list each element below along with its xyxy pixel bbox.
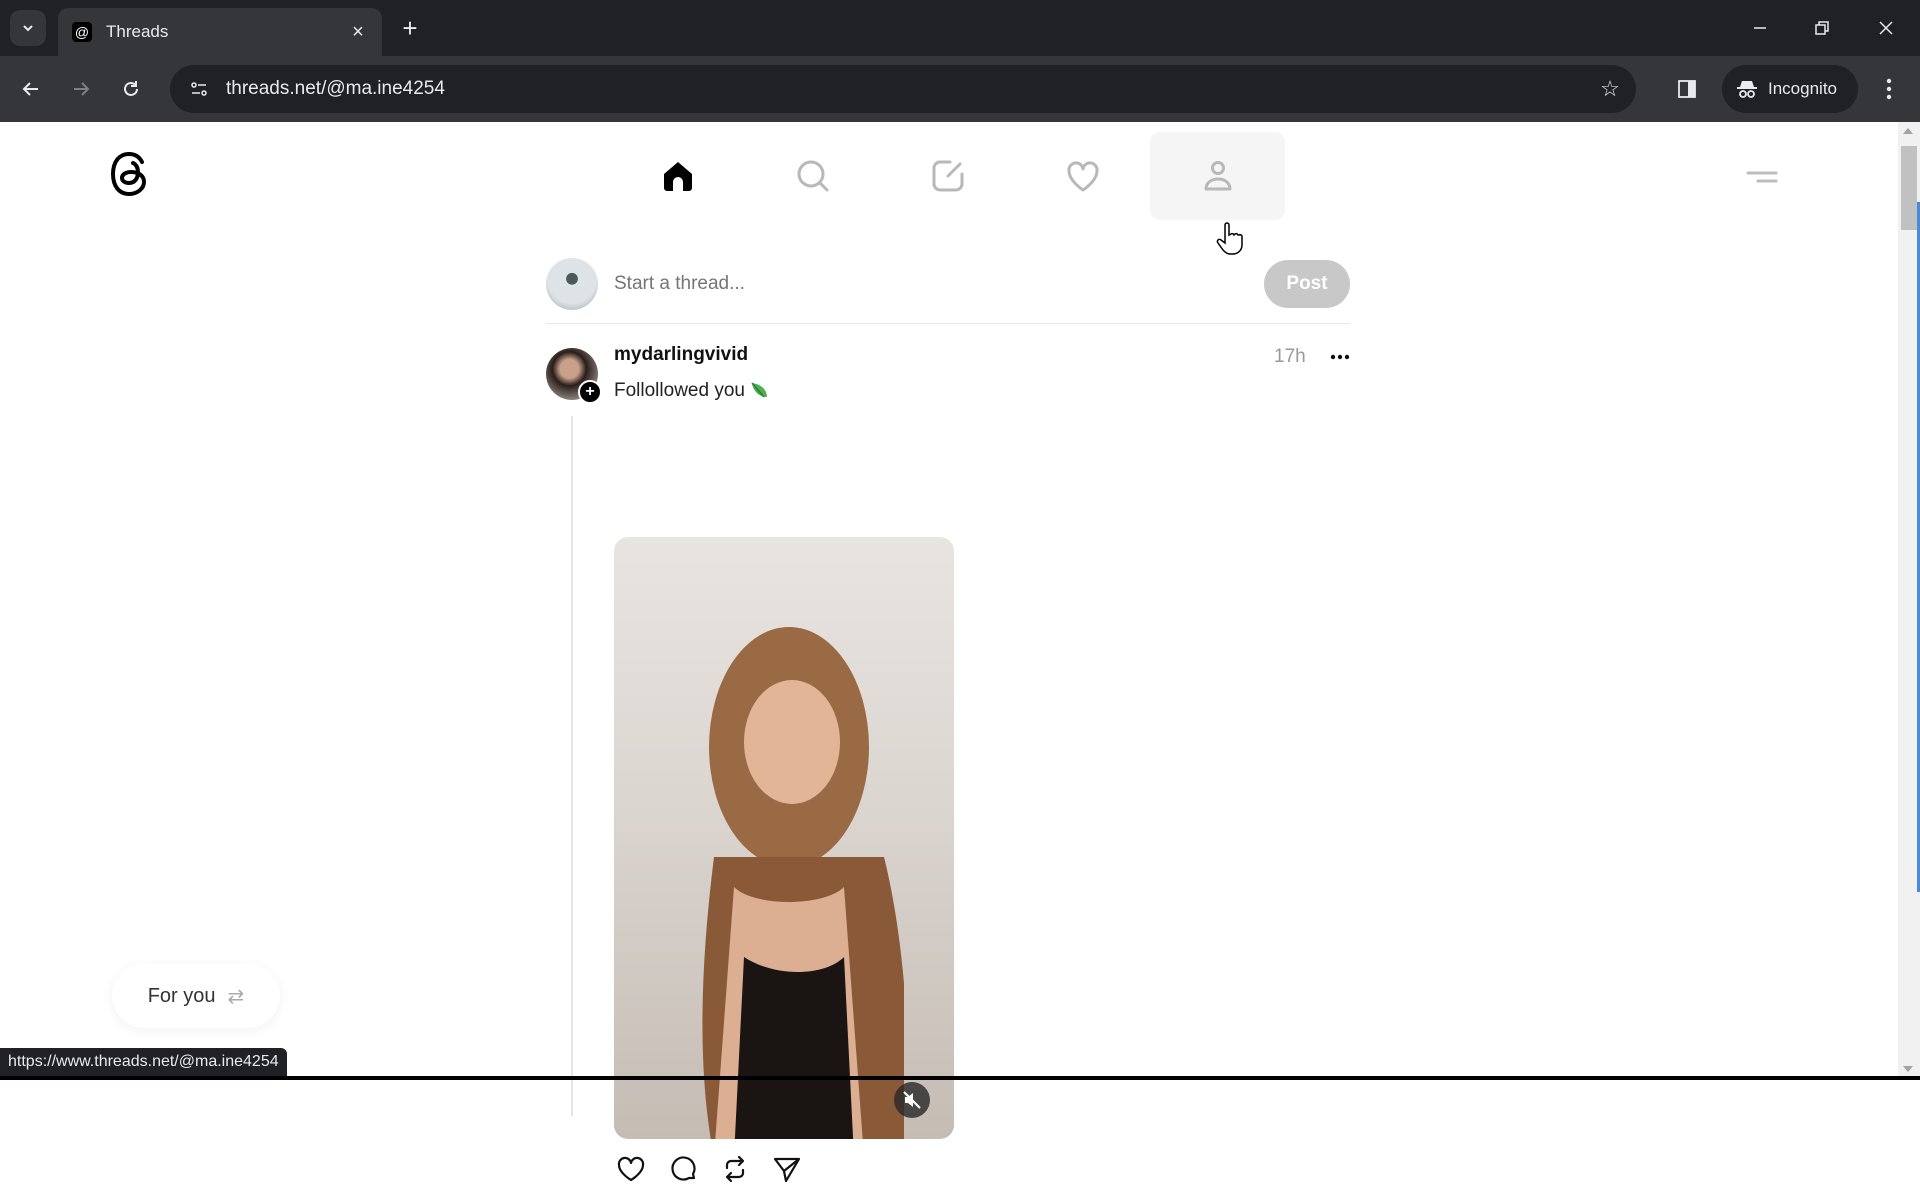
post-username[interactable]: mydarlingvivid bbox=[614, 344, 748, 366]
post-button[interactable]: Post bbox=[1264, 259, 1350, 308]
post-timestamp[interactable]: 17h bbox=[1274, 346, 1306, 368]
scroll-thumb[interactable] bbox=[1901, 146, 1917, 230]
bottom-edge bbox=[0, 1076, 1920, 1080]
compose-icon bbox=[932, 160, 963, 192]
close-icon bbox=[1879, 21, 1893, 35]
home-icon bbox=[663, 162, 692, 191]
post-text: Follollowed you bbox=[614, 380, 769, 402]
back-button[interactable] bbox=[14, 72, 48, 106]
mute-toggle-button[interactable] bbox=[894, 1082, 930, 1118]
nav-profile[interactable] bbox=[1150, 132, 1285, 220]
comment-icon bbox=[671, 1156, 696, 1181]
threads-page: Post + mydarlingvivid 17h Follollowed yo… bbox=[0, 122, 1898, 1183]
browser-tabstrip: @ Threads × + bbox=[0, 0, 1920, 56]
thread-composer: Post bbox=[546, 244, 1350, 324]
restore-button[interactable] bbox=[1802, 10, 1842, 46]
minimize-icon bbox=[1754, 27, 1766, 29]
tab-title: Threads bbox=[106, 22, 169, 41]
minimize-button[interactable] bbox=[1740, 10, 1780, 46]
close-window-button[interactable] bbox=[1866, 10, 1906, 46]
incognito-label: Incognito bbox=[1768, 79, 1837, 98]
hand-cursor-icon bbox=[1216, 222, 1243, 255]
heart-icon bbox=[617, 1156, 645, 1182]
feed-switcher-button[interactable]: For you ⇄ bbox=[112, 964, 280, 1028]
post-video[interactable] bbox=[614, 537, 954, 1139]
post-actions bbox=[614, 1152, 804, 1186]
tab-threads[interactable]: @ Threads × bbox=[58, 8, 382, 56]
nav-create[interactable] bbox=[880, 132, 1015, 220]
chevron-down-icon bbox=[23, 25, 33, 32]
kebab-icon bbox=[1886, 78, 1892, 100]
share-button[interactable] bbox=[770, 1152, 804, 1186]
menu-icon bbox=[1746, 171, 1778, 183]
more-options-button[interactable] bbox=[1326, 346, 1354, 368]
swap-icon: ⇄ bbox=[227, 985, 245, 1008]
video-thumbnail bbox=[702, 627, 904, 1139]
nav-home[interactable] bbox=[610, 132, 745, 220]
side-panel-button[interactable] bbox=[1670, 72, 1704, 106]
ellipsis-icon bbox=[1330, 354, 1350, 360]
browser-menu-button[interactable] bbox=[1872, 72, 1906, 106]
threads-logo[interactable] bbox=[108, 150, 158, 206]
menu-button[interactable] bbox=[1744, 162, 1780, 192]
repost-button[interactable] bbox=[718, 1152, 752, 1186]
threads-logo-icon bbox=[110, 151, 147, 197]
url-text[interactable]: threads.net/@ma.ine4254 bbox=[226, 78, 1590, 100]
muted-speaker-icon bbox=[903, 1091, 921, 1109]
new-tab-button[interactable]: + bbox=[396, 12, 424, 43]
feed-label: For you bbox=[147, 984, 216, 1007]
plus-icon: + bbox=[585, 383, 595, 400]
scroll-down-arrow[interactable] bbox=[1903, 1066, 1913, 1072]
reply-button[interactable] bbox=[666, 1152, 700, 1186]
status-bar-url: https://www.threads.net/@ma.ine4254 bbox=[0, 1048, 287, 1076]
close-icon[interactable]: × bbox=[348, 21, 368, 43]
thread-line bbox=[571, 416, 573, 1116]
post-body: Follollowed you bbox=[614, 380, 745, 401]
side-panel-icon bbox=[1678, 80, 1696, 98]
nav-activity[interactable] bbox=[1015, 132, 1150, 220]
top-navigation bbox=[610, 132, 1285, 220]
restore-icon bbox=[1815, 21, 1829, 35]
browser-toolbar: threads.net/@ma.ine4254 ☆ Incognito bbox=[0, 56, 1920, 122]
send-icon bbox=[773, 1157, 801, 1183]
avatar[interactable] bbox=[546, 257, 598, 310]
address-bar[interactable]: threads.net/@ma.ine4254 ☆ bbox=[170, 65, 1636, 113]
start-thread-input[interactable] bbox=[614, 272, 1264, 295]
page-scrollbar[interactable] bbox=[1898, 122, 1920, 1080]
site-info-icon[interactable] bbox=[184, 74, 214, 104]
tab-list-button[interactable] bbox=[10, 10, 46, 46]
threads-icon: @ bbox=[72, 22, 92, 42]
leaf-icon bbox=[751, 382, 767, 398]
repost-icon bbox=[725, 1155, 745, 1183]
nav-search[interactable] bbox=[745, 132, 880, 220]
follow-button[interactable]: + bbox=[578, 380, 602, 404]
search-icon bbox=[797, 160, 828, 192]
plus-icon: + bbox=[402, 12, 418, 43]
arrow-right-icon bbox=[74, 82, 90, 96]
person-icon bbox=[1204, 161, 1231, 191]
scroll-up-arrow[interactable] bbox=[1903, 128, 1913, 134]
like-button[interactable] bbox=[614, 1152, 648, 1186]
forward-button[interactable] bbox=[64, 72, 98, 106]
reload-button[interactable] bbox=[114, 72, 148, 106]
star-icon[interactable]: ☆ bbox=[1590, 69, 1630, 109]
reload-icon bbox=[124, 81, 138, 96]
heart-icon bbox=[1066, 161, 1099, 192]
incognito-icon bbox=[1737, 81, 1757, 98]
arrow-left-icon bbox=[22, 82, 38, 96]
incognito-indicator[interactable]: Incognito bbox=[1722, 65, 1858, 113]
